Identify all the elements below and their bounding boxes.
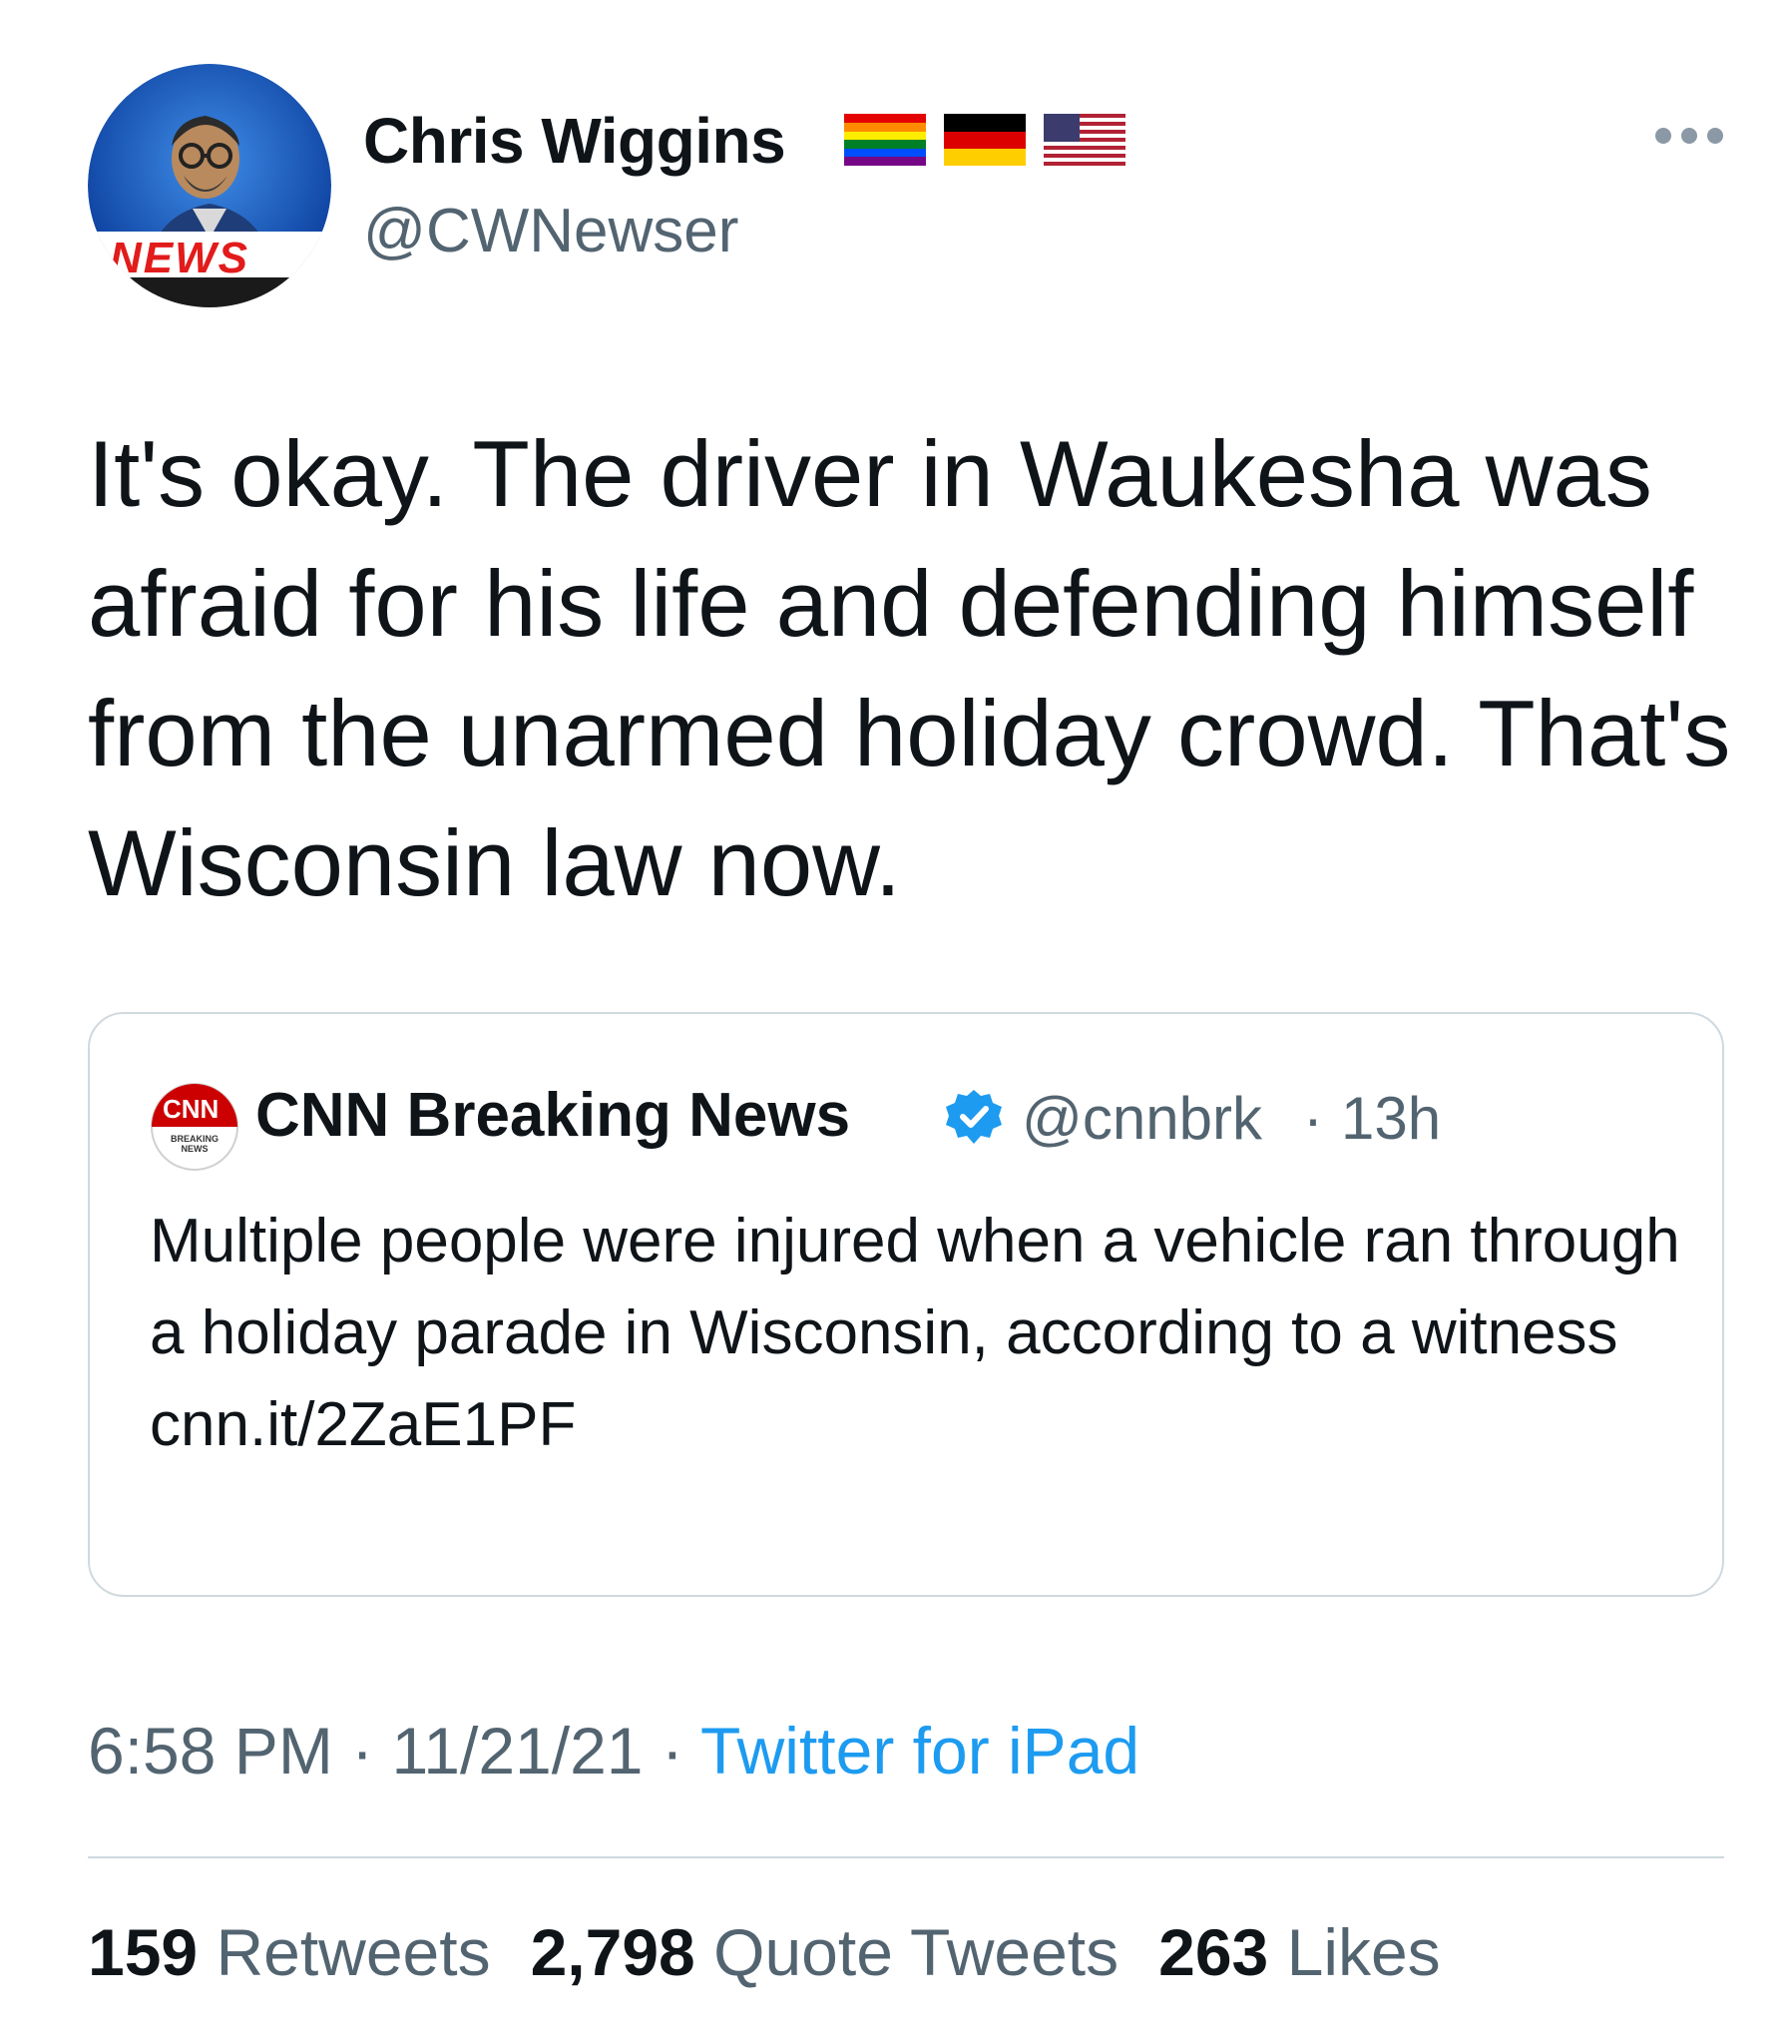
profile-flags bbox=[844, 114, 1125, 166]
likes-label: Likes bbox=[1286, 1915, 1441, 1989]
retweets-label: Retweets bbox=[216, 1915, 491, 1989]
more-options-icon[interactable] bbox=[1654, 124, 1724, 148]
cnn-logo-subtext: BREAKING NEWS bbox=[170, 1134, 219, 1154]
germany-flag-icon bbox=[944, 114, 1026, 166]
quoted-tweet-text: Multiple people were injured when a vehi… bbox=[150, 1207, 1680, 1367]
author-handle[interactable]: @CWNewser bbox=[363, 196, 738, 266]
meta-separator: · bbox=[351, 1714, 374, 1788]
author-avatar[interactable]: NEWS bbox=[88, 64, 331, 307]
divider bbox=[88, 1856, 1724, 1858]
meta-separator: · bbox=[661, 1714, 683, 1788]
tweet-date[interactable]: 11/21/21 bbox=[391, 1714, 643, 1788]
tweet-source-link[interactable]: Twitter for iPad bbox=[700, 1714, 1139, 1788]
retweets-stat[interactable]: 159 Retweets bbox=[88, 1915, 491, 1989]
retweets-count: 159 bbox=[88, 1915, 199, 1989]
quoted-timestamp[interactable]: 13h bbox=[1341, 1084, 1441, 1153]
tweet-meta: 6:58 PM · 11/21/21 · Twitter for iPad bbox=[88, 1713, 1139, 1788]
quoted-tweet-body: Multiple people were injured when a vehi… bbox=[150, 1196, 1686, 1471]
rainbow-flag-icon bbox=[844, 114, 926, 166]
quote-tweets-stat[interactable]: 2,798 Quote Tweets bbox=[531, 1915, 1120, 1989]
author-display-name[interactable]: Chris Wiggins bbox=[363, 104, 786, 178]
quote-tweets-count: 2,798 bbox=[530, 1915, 695, 1989]
quoted-separator: · bbox=[1303, 1085, 1323, 1152]
quoted-handle[interactable]: @cnnbrk bbox=[1022, 1084, 1262, 1153]
quoted-tweet-link[interactable]: cnn.it/2ZaE1PF bbox=[150, 1379, 1686, 1471]
verified-badge-icon bbox=[946, 1090, 1002, 1144]
usa-flag-icon bbox=[1044, 114, 1125, 166]
cnn-logo-text: CNN bbox=[163, 1094, 220, 1124]
likes-count: 263 bbox=[1158, 1915, 1269, 1989]
tweet-text: It's okay. The driver in Waukesha was af… bbox=[88, 421, 1731, 915]
quote-tweets-label: Quote Tweets bbox=[713, 1915, 1120, 1989]
quoted-display-name[interactable]: CNN Breaking News bbox=[255, 1080, 850, 1151]
tweet-stats: 159 Retweets 2,798 Quote Tweets 263 Likes bbox=[88, 1914, 1441, 1990]
avatar-badge-text: NEWS bbox=[110, 234, 249, 282]
likes-stat[interactable]: 263 Likes bbox=[1158, 1915, 1441, 1989]
tweet-time[interactable]: 6:58 PM bbox=[88, 1714, 333, 1788]
